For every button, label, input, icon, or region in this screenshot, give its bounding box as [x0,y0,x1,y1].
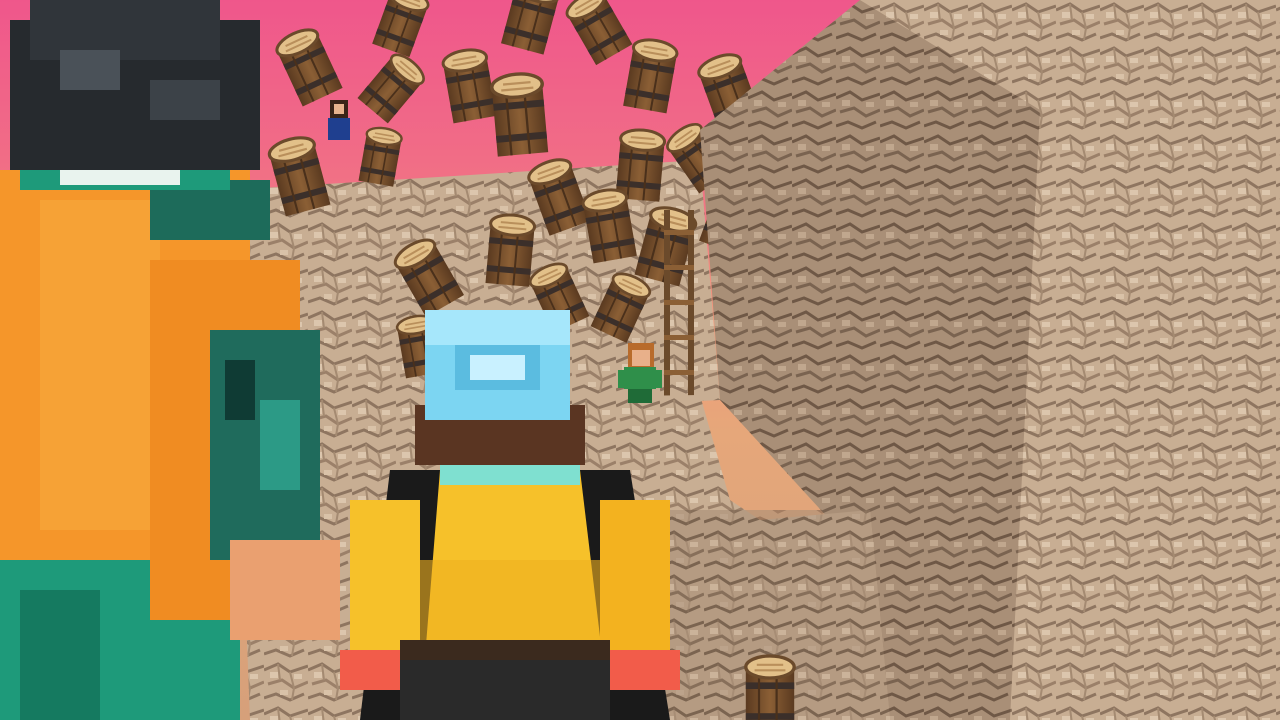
distant-top-figure [328,100,350,140]
scene-canvas [0,0,1280,720]
game-viewport[interactable] [0,0,1280,720]
ground-barrel [744,654,796,720]
